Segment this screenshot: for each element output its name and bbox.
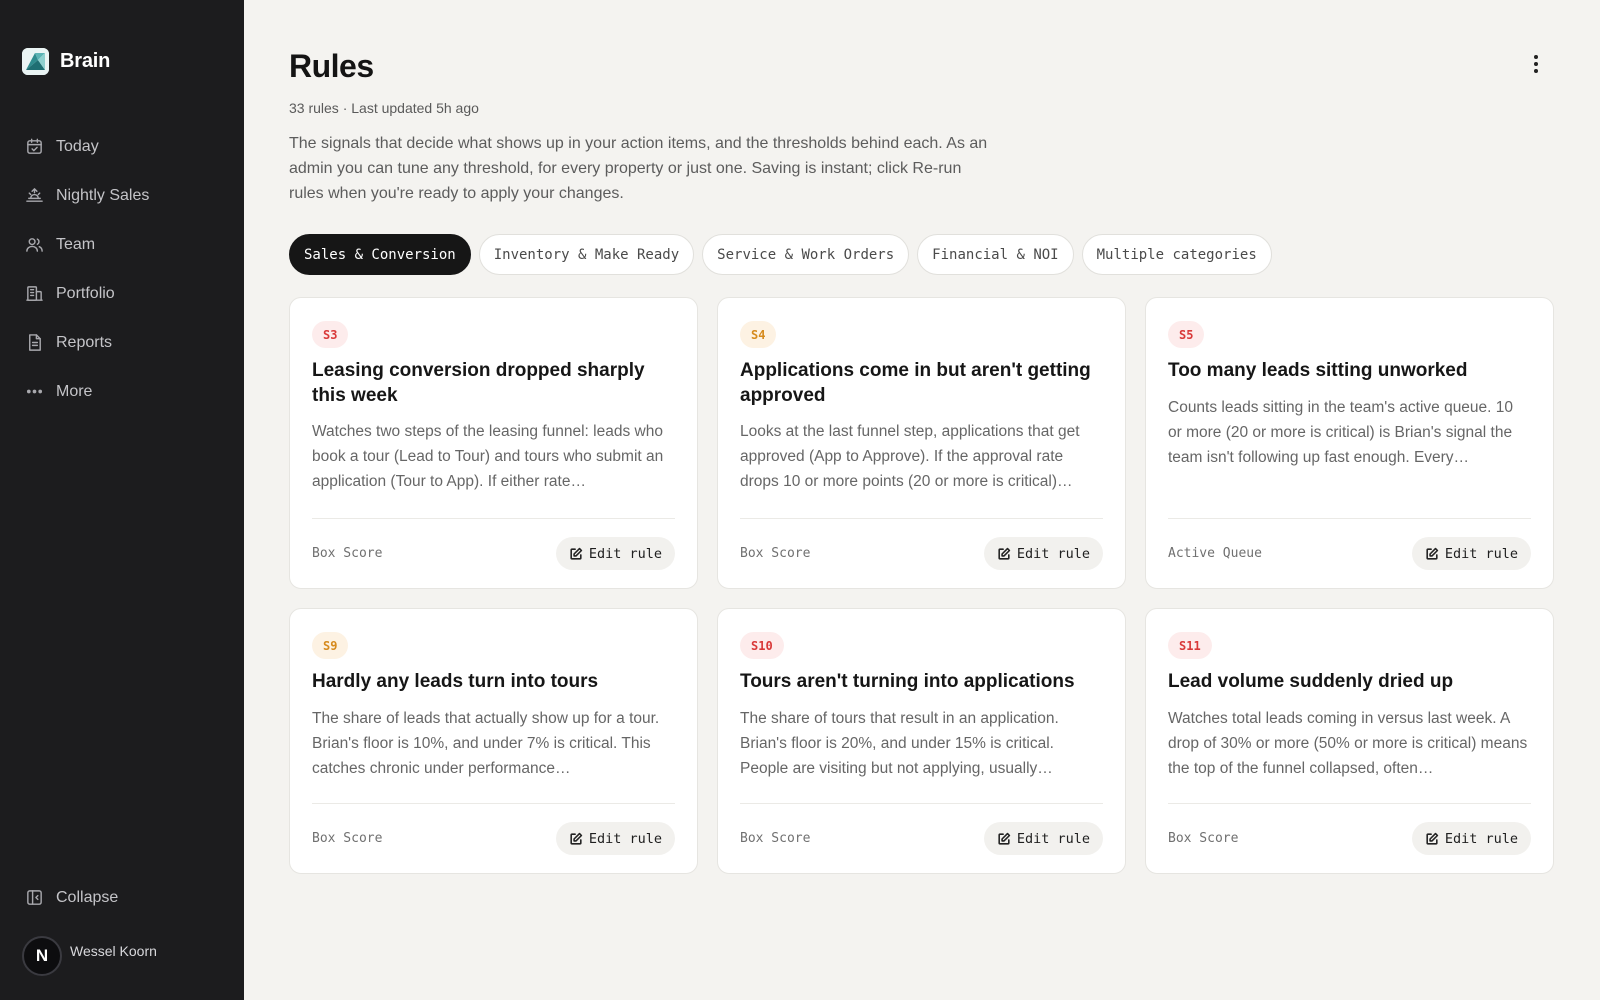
category-tabs: Sales & Conversion Inventory & Make Read… xyxy=(289,234,1272,275)
main-content: Rules 33 rules · Last updated 5h ago The… xyxy=(244,0,1600,1000)
collapse-button[interactable]: Collapse xyxy=(0,873,244,922)
rule-code-badge: S4 xyxy=(740,321,777,348)
rule-code-badge: S9 xyxy=(312,632,349,659)
sidebar-item-label: Nightly Sales xyxy=(56,186,150,204)
user-profile[interactable]: N Wessel Koorn xyxy=(22,936,157,976)
calendar-icon xyxy=(25,137,44,156)
sidebar-item-portfolio[interactable]: Portfolio xyxy=(0,269,244,318)
rules-grid: S3 Leasing conversion dropped sharply th… xyxy=(289,297,1554,874)
sidebar-nav: Today Nightly Sales Team Portfolio Repor… xyxy=(0,122,244,416)
sidebar-item-label: Today xyxy=(56,137,99,155)
rule-source: Box Score xyxy=(740,831,811,846)
edit-rule-label: Edit rule xyxy=(588,545,662,562)
edit-rule-button[interactable]: Edit rule xyxy=(1411,537,1531,570)
edit-rule-label: Edit rule xyxy=(1444,830,1518,847)
rule-source: Box Score xyxy=(312,546,383,561)
rule-card: S3 Leasing conversion dropped sharply th… xyxy=(289,297,698,589)
building-icon xyxy=(25,284,44,303)
edit-rule-button[interactable]: Edit rule xyxy=(983,537,1103,570)
panel-collapse-icon xyxy=(25,888,44,907)
edit-rule-button[interactable]: Edit rule xyxy=(555,537,675,570)
rule-title: Tours aren't turning into applications xyxy=(740,671,1075,692)
rule-description: Looks at the last funnel step, applicati… xyxy=(740,423,1080,490)
sidebar-item-label: Reports xyxy=(56,333,113,351)
edit-rule-label: Edit rule xyxy=(1444,545,1518,562)
sidebar: Brain Today Nightly Sales Team Portfolio xyxy=(0,0,244,1000)
rule-title: Too many leads sitting unworked xyxy=(1168,360,1468,381)
tab-multiple-categories[interactable]: Multiple categories xyxy=(1081,234,1272,275)
sidebar-item-nightly-sales[interactable]: Nightly Sales xyxy=(0,171,244,220)
page-description: The signals that decide what shows up in… xyxy=(289,135,988,202)
collapse-label: Collapse xyxy=(56,888,119,906)
rule-footer: Active Queue Edit rule xyxy=(1168,518,1531,588)
sunset-icon xyxy=(25,186,44,205)
edit-rule-label: Edit rule xyxy=(1016,545,1090,562)
rule-title: Lead volume suddenly dried up xyxy=(1168,671,1454,692)
edit-icon xyxy=(998,547,1011,560)
edit-rule-label: Edit rule xyxy=(588,830,662,847)
tab-inventory-make-ready[interactable]: Inventory & Make Ready xyxy=(478,234,695,275)
rule-source: Box Score xyxy=(740,546,811,561)
rule-code-badge: S11 xyxy=(1168,632,1212,659)
brain-logo-icon xyxy=(22,48,49,75)
rule-source: Active Queue xyxy=(1168,546,1262,561)
more-dots-icon xyxy=(25,382,44,401)
rule-card: S11 Lead volume suddenly dried up Watche… xyxy=(1145,608,1554,874)
sidebar-item-label: Team xyxy=(56,235,96,253)
rule-description: Watches two steps of the leasing funnel:… xyxy=(312,423,664,490)
tab-service-work-orders[interactable]: Service & Work Orders xyxy=(702,234,910,275)
edit-rule-button[interactable]: Edit rule xyxy=(1411,822,1531,855)
edit-icon xyxy=(1426,547,1439,560)
edit-icon xyxy=(998,832,1011,845)
rule-title: Leasing conversion dropped sharply this … xyxy=(312,360,645,406)
users-icon xyxy=(25,235,44,254)
rule-description: Counts leads sitting in the team's activ… xyxy=(1168,399,1514,466)
edit-icon xyxy=(570,832,583,845)
sidebar-item-today[interactable]: Today xyxy=(0,122,244,171)
edit-rule-label: Edit rule xyxy=(1016,830,1090,847)
rule-footer: Box Score Edit rule xyxy=(1168,803,1531,873)
brand[interactable]: Brain xyxy=(22,48,110,75)
rule-description: Watches total leads coming in versus las… xyxy=(1168,710,1528,777)
sidebar-item-reports[interactable]: Reports xyxy=(0,318,244,367)
rules-meta: 33 rules · Last updated 5h ago xyxy=(289,100,479,116)
sidebar-item-team[interactable]: Team xyxy=(0,220,244,269)
edit-rule-button[interactable]: Edit rule xyxy=(555,822,675,855)
more-options-icon[interactable] xyxy=(1524,52,1548,76)
rule-code-badge: S5 xyxy=(1168,321,1205,348)
rule-title: Applications come in but aren't getting … xyxy=(740,360,1091,406)
rule-source: Box Score xyxy=(312,831,383,846)
edit-icon xyxy=(1426,832,1439,845)
rule-card: S9 Hardly any leads turn into tours The … xyxy=(289,608,698,874)
rule-footer: Box Score Edit rule xyxy=(740,803,1103,873)
sidebar-item-more[interactable]: More xyxy=(0,367,244,416)
avatar[interactable]: N xyxy=(22,936,62,976)
rule-description: The share of leads that actually show up… xyxy=(312,710,660,777)
rule-description: The share of tours that result in an app… xyxy=(740,710,1059,777)
rule-footer: Box Score Edit rule xyxy=(312,518,675,588)
rule-code-badge: S10 xyxy=(740,632,784,659)
page-title: Rules xyxy=(289,48,374,84)
collapse-sidebar: Collapse xyxy=(0,873,244,922)
brand-name: Brain xyxy=(60,50,111,72)
rule-card: S5 Too many leads sitting unworked Count… xyxy=(1145,297,1554,589)
rule-card: S4 Applications come in but aren't getti… xyxy=(717,297,1126,589)
sidebar-item-label: Portfolio xyxy=(56,284,115,302)
tab-sales-conversion[interactable]: Sales & Conversion xyxy=(289,234,471,275)
rule-code-badge: S3 xyxy=(312,321,349,348)
sidebar-item-label: More xyxy=(56,382,93,400)
document-icon xyxy=(25,333,44,352)
rule-card: S10 Tours aren't turning into applicatio… xyxy=(717,608,1126,874)
edit-icon xyxy=(570,547,583,560)
rule-title: Hardly any leads turn into tours xyxy=(312,671,599,692)
edit-rule-button[interactable]: Edit rule xyxy=(983,822,1103,855)
rule-footer: Box Score Edit rule xyxy=(740,518,1103,588)
user-name: Wessel Koorn xyxy=(70,943,157,959)
rule-footer: Box Score Edit rule xyxy=(312,803,675,873)
tab-financial-noi[interactable]: Financial & NOI xyxy=(917,234,1074,275)
rule-source: Box Score xyxy=(1168,831,1239,846)
